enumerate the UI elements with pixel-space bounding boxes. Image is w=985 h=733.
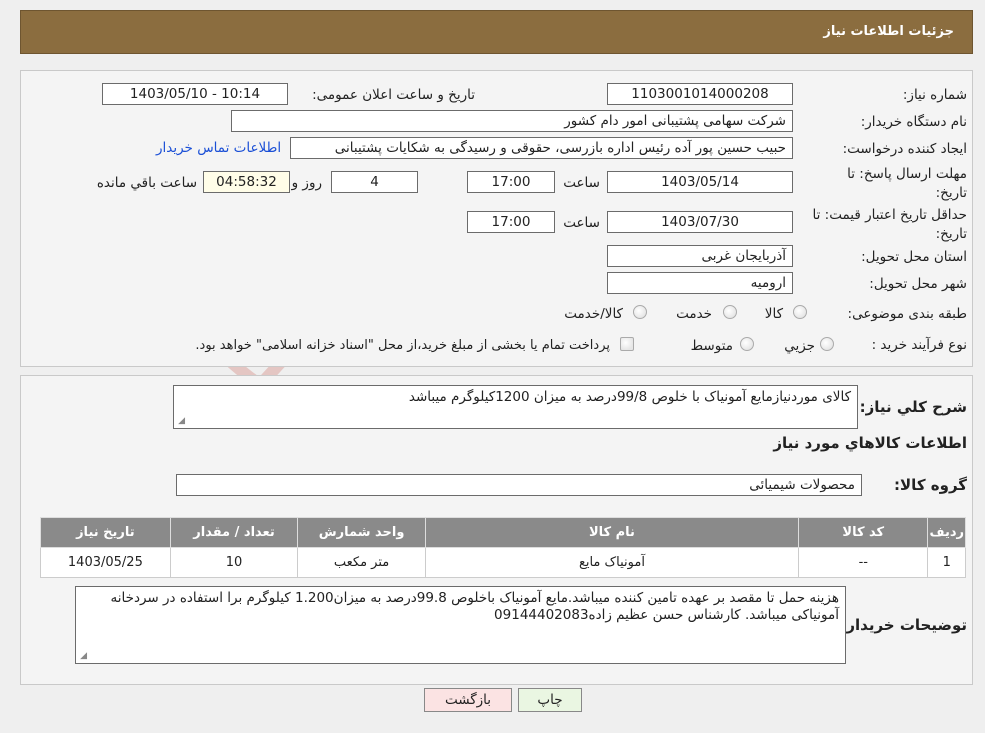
buyer-notes-text: هزینه حمل تا مقصد بر عهده تامین کننده می… — [110, 590, 839, 623]
goods-table-header: رديف کد کالا نام کالا واحد شمارش تعداد /… — [40, 517, 966, 548]
print-button[interactable]: چاپ — [518, 688, 582, 712]
category-goods-service-label: کالا/خدمت — [564, 306, 623, 322]
purchase-minor-label: جزيي — [784, 338, 815, 354]
category-service-radio[interactable] — [723, 305, 737, 319]
buyer-contact-link[interactable]: اطلاعات تماس خریدار — [156, 140, 281, 156]
deadline-time-field: 17:00 — [467, 171, 555, 193]
back-button[interactable]: بازگشت — [424, 688, 512, 712]
goods-group-field: محصولات شیمیائی — [176, 474, 862, 496]
deadline-date-field: 1403/05/14 — [607, 171, 793, 193]
category-service-label: خدمت — [676, 306, 712, 322]
province-label: استان محل تحویل: — [861, 249, 967, 265]
city-field: ارومیه — [607, 272, 793, 294]
purchase-medium-radio[interactable] — [740, 337, 754, 351]
deadline-time-label: ساعت — [563, 175, 600, 191]
treasury-note: پرداخت تمام یا بخشی از مبلغ خرید،از محل … — [195, 338, 610, 353]
category-goods-label: کالا — [764, 306, 783, 322]
province-field: آذربایجان غربی — [607, 245, 793, 267]
deadline-days-label: روز و — [291, 175, 322, 191]
cell-code: -- — [798, 547, 929, 578]
cell-unit: متر مکعب — [297, 547, 426, 578]
category-label: طبقه بندی موضوعی: — [847, 306, 967, 322]
announce-datetime-field: 1403/05/10 - 10:14 — [102, 83, 288, 105]
validity-label-line2: تاریخ: — [935, 226, 967, 242]
deadline-label-line2: تاریخ: — [935, 185, 967, 201]
summary-field: کالای موردنیازمایع آمونیاک با خلوص 99/8د… — [173, 385, 858, 429]
purchase-type-label: نوع فرآیند خرید : — [871, 337, 967, 353]
creator-label: ایجاد کننده درخواست: — [842, 141, 967, 157]
category-goods-service-radio[interactable] — [633, 305, 647, 319]
treasury-checkbox[interactable] — [620, 337, 634, 351]
creator-field: حبیب حسین پور آده رئیس اداره بازرسی، حقو… — [290, 137, 793, 159]
deadline-days-field: 4 — [331, 171, 418, 193]
cell-row: 1 — [927, 547, 966, 578]
need-number-label: شماره نیاز: — [902, 87, 967, 103]
page-header: جزئیات اطلاعات نیاز — [20, 10, 973, 54]
validity-date-field: 1403/07/30 — [607, 211, 793, 233]
need-number-field: 1103001014000208 — [607, 83, 793, 105]
resize-handle-icon[interactable]: ◢ — [78, 652, 87, 661]
col-need-date: تاریخ نیاز — [40, 517, 171, 548]
cell-need-date: 1403/05/25 — [40, 547, 171, 578]
col-row: رديف — [927, 517, 966, 548]
remaining-time-field: 04:58:32 — [203, 171, 290, 193]
purchase-medium-label: متوسط — [690, 338, 733, 354]
purchase-minor-radio[interactable] — [820, 337, 834, 351]
announce-datetime-label: تاریخ و ساعت اعلان عمومی: — [312, 87, 475, 103]
goods-group-label: گروه کالا: — [894, 476, 967, 494]
goods-table: رديف کد کالا نام کالا واحد شمارش تعداد /… — [40, 517, 966, 578]
col-code: کد کالا — [798, 517, 929, 548]
resize-handle-icon[interactable]: ◢ — [176, 417, 185, 426]
buyer-notes-label: توضیحات خریدار: — [840, 616, 967, 634]
col-unit: واحد شمارش — [297, 517, 426, 548]
buyer-field: شرکت سهامی پشتیبانی امور دام کشور — [231, 110, 793, 132]
goods-section-title: اطلاعات کالاهاي مورد نياز — [773, 434, 967, 452]
category-goods-radio[interactable] — [793, 305, 807, 319]
buyer-notes-field: هزینه حمل تا مقصد بر عهده تامین کننده می… — [75, 586, 846, 664]
remaining-time-label: ساعت باقي مانده — [96, 175, 197, 191]
deadline-label-line1: مهلت ارسال پاسخ: تا — [847, 166, 967, 182]
col-quantity: تعداد / مقدار — [169, 517, 299, 548]
cell-quantity: 10 — [169, 547, 299, 578]
buyer-label: نام دستگاه خریدار: — [860, 114, 967, 130]
col-name: نام کالا — [424, 517, 800, 548]
table-row: 1 -- آمونیاک مایع متر مکعب 10 1403/05/25 — [40, 547, 966, 578]
city-label: شهر محل تحویل: — [869, 276, 967, 292]
validity-time-label: ساعت — [563, 215, 600, 231]
summary-label: شرح کلي نياز: — [859, 398, 967, 416]
validity-label-line1: حداقل تاریخ اعتبار قیمت: تا — [812, 207, 967, 223]
validity-time-field: 17:00 — [467, 211, 555, 233]
summary-text: کالای موردنیازمایع آمونیاک با خلوص 99/8د… — [408, 389, 851, 405]
page-title: جزئیات اطلاعات نیاز — [823, 24, 954, 39]
cell-name: آمونیاک مایع — [424, 547, 800, 578]
